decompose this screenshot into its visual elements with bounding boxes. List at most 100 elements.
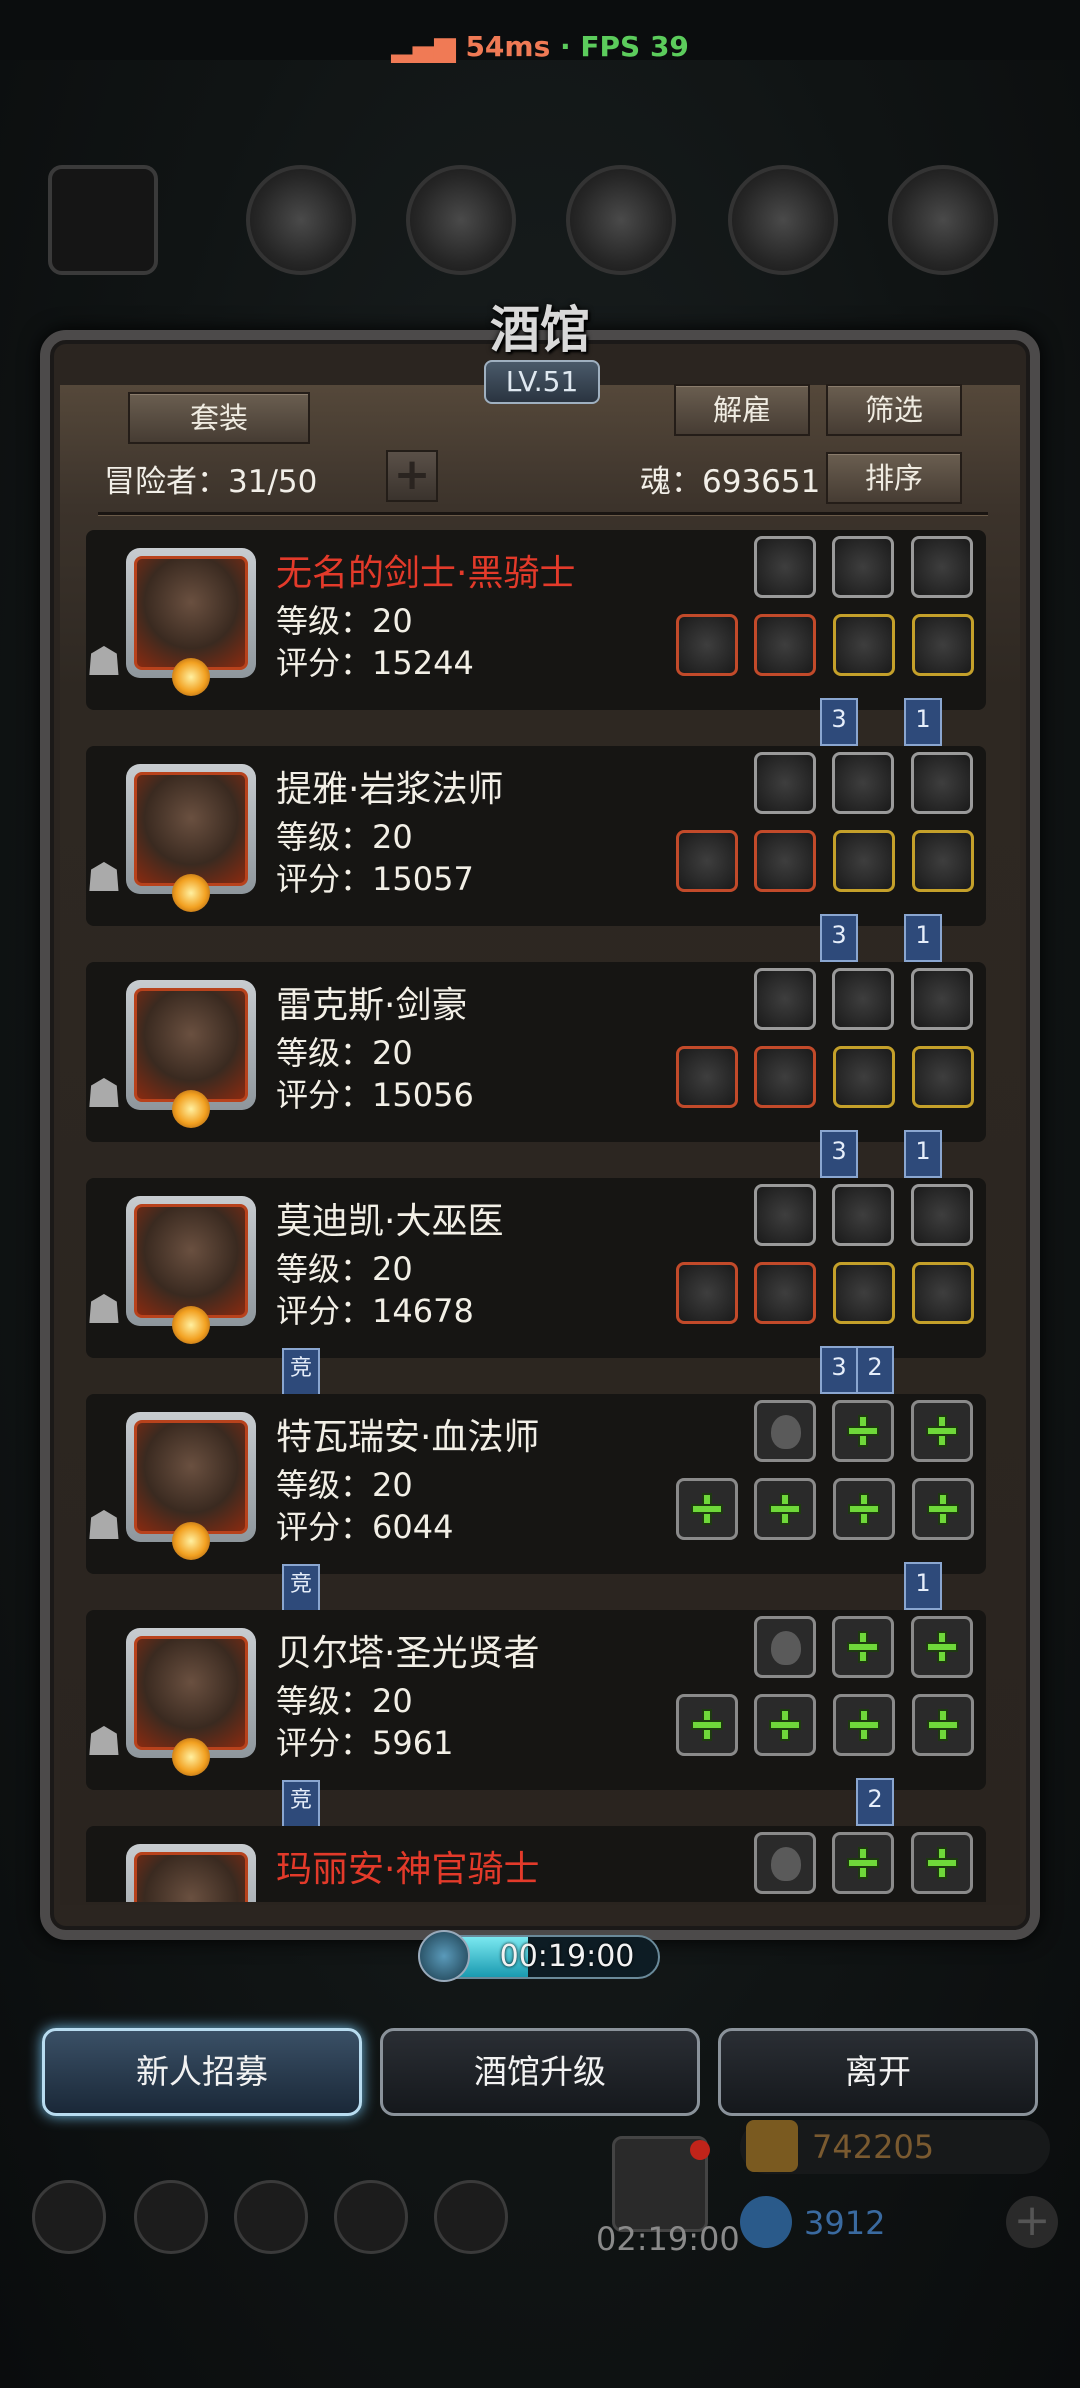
arena-tag: 竞	[282, 1780, 320, 1828]
hero-name: 无名的剑士·黑骑士	[276, 553, 576, 594]
bomb-icon[interactable]	[832, 968, 894, 1030]
gold-amount: 742205	[812, 2128, 935, 2166]
equip-set-flag: 2	[856, 1778, 894, 1826]
empty-equip-slot[interactable]	[832, 1400, 894, 1462]
outfit-button[interactable]: 套装	[128, 392, 310, 444]
blade-icon[interactable]	[676, 1046, 738, 1108]
add-plus-icon	[926, 1631, 958, 1663]
rune-icon[interactable]	[911, 752, 973, 814]
hero-avatar	[134, 1852, 248, 1902]
add-plus-icon	[926, 1415, 958, 1447]
empty-equip-slot[interactable]	[676, 1478, 738, 1540]
drum-icon[interactable]	[832, 536, 894, 598]
empty-equip-slot[interactable]	[911, 1400, 973, 1462]
hero-name: 莫迪凯·大巫医	[276, 1201, 504, 1242]
hero-card[interactable]: ☗ 雷克斯·剑豪 等级：20 评分：15056	[86, 962, 986, 1142]
armor-icon[interactable]	[754, 830, 816, 892]
empty-equip-slot[interactable]	[833, 1478, 895, 1540]
hero-list[interactable]: ☗ 无名的剑士·黑骑士 等级：20 评分：15244 3 1 ☗ 提雅·岩浆法师 等级：20 评分…	[80, 530, 1000, 1902]
ingot-category-icon[interactable]	[566, 165, 676, 275]
fire-icon[interactable]	[754, 968, 816, 1030]
meat-icon[interactable]	[911, 968, 973, 1030]
eye-icon[interactable]	[912, 830, 974, 892]
add-plus-icon	[847, 1415, 879, 1447]
filter-button[interactable]: 筛选	[826, 384, 962, 436]
empty-equip-slot[interactable]	[912, 1694, 974, 1756]
scroll-icon[interactable]	[754, 614, 816, 676]
mask-icon[interactable]	[912, 1262, 974, 1324]
add-plus-icon	[769, 1493, 801, 1525]
arena-tag: 竞	[282, 1564, 320, 1612]
empty-equip-slot[interactable]	[676, 1694, 738, 1756]
locked-skill-slot[interactable]	[754, 1616, 816, 1678]
empty-equip-slot[interactable]	[832, 1616, 894, 1678]
hero-figure-icon: ☗	[86, 1071, 122, 1117]
hero-level: 等级：20	[276, 602, 413, 640]
flower-icon[interactable]	[832, 1184, 894, 1246]
orb-icon[interactable]	[754, 752, 816, 814]
metal-category-icon[interactable]	[888, 165, 998, 275]
ping-value: 54ms	[465, 30, 551, 63]
gold-icon	[746, 2120, 798, 2172]
empty-equip-slot[interactable]	[832, 1832, 894, 1894]
wings-icon[interactable]	[833, 830, 895, 892]
box-icon[interactable]	[912, 1046, 974, 1108]
hero-card[interactable]: ☗ 无名的剑士·黑骑士 等级：20 评分：15244	[86, 530, 986, 710]
hero-avatar	[134, 1420, 248, 1534]
crystal-icon[interactable]	[754, 1184, 816, 1246]
add-plus-icon	[848, 1709, 880, 1741]
empty-equip-slot[interactable]	[754, 1478, 816, 1540]
shield-icon[interactable]	[833, 614, 895, 676]
equip-set-flag: 1	[904, 914, 942, 962]
mail-icon[interactable]	[334, 2180, 408, 2254]
staff-icon[interactable]	[676, 830, 738, 892]
armor-icon[interactable]	[754, 1046, 816, 1108]
crystal-icon[interactable]	[754, 536, 816, 598]
empty-equip-slot[interactable]	[911, 1832, 973, 1894]
sort-button[interactable]: 排序	[826, 452, 962, 504]
heart-gem-icon[interactable]	[912, 614, 974, 676]
horse-icon[interactable]	[833, 1262, 895, 1324]
hero-card[interactable]: ☗ 莫迪凯·大巫医 等级：20 评分：14678	[86, 1178, 986, 1358]
empty-equip-slot[interactable]	[833, 1694, 895, 1756]
rose-icon[interactable]	[833, 1046, 895, 1108]
equip-set-flag: 3	[820, 1346, 858, 1394]
ranking-icon[interactable]	[234, 2180, 308, 2254]
leave-button[interactable]: 离开	[718, 2028, 1038, 2116]
hero-category-icon[interactable]	[48, 165, 158, 275]
hero-score: 评分：15056	[276, 1076, 474, 1114]
hero-card[interactable]: ☗玛丽安·神官骑士	[86, 1826, 986, 1902]
gem-amount: 3912	[804, 2204, 886, 2242]
hero-avatar	[134, 772, 248, 886]
dismiss-button[interactable]: 解雇	[674, 384, 810, 436]
settings-icon[interactable]	[32, 2180, 106, 2254]
expand-capacity-button[interactable]: +	[386, 450, 438, 502]
hero-card[interactable]: ☗ 贝尔塔·圣光贤者 等级：20 评分：5961	[86, 1610, 986, 1790]
helmet-icon[interactable]	[754, 1262, 816, 1324]
hero-card[interactable]: ☗ 特瓦瑞安·血法师 等级：20 评分：6044	[86, 1394, 986, 1574]
hero-card[interactable]: ☗ 提雅·岩浆法师 等级：20 评分：15057	[86, 746, 986, 926]
shield-category-icon[interactable]	[246, 165, 356, 275]
achievement-icon[interactable]	[134, 2180, 208, 2254]
map-icon[interactable]	[434, 2180, 508, 2254]
hero-name: 玛丽安·神官骑士	[276, 1849, 540, 1890]
add-gems-button[interactable]: +	[1006, 2196, 1058, 2248]
hero-portrait[interactable]	[126, 1844, 256, 1902]
dagger-icon[interactable]	[676, 1262, 738, 1324]
tavern-upgrade-button[interactable]: 酒馆升级	[380, 2028, 700, 2116]
locked-skill-slot[interactable]	[754, 1400, 816, 1462]
empty-equip-slot[interactable]	[754, 1694, 816, 1756]
lantern-icon[interactable]	[911, 1184, 973, 1246]
crystal-category-icon[interactable]	[728, 165, 838, 275]
sword-icon[interactable]	[676, 614, 738, 676]
empty-equip-slot[interactable]	[912, 1478, 974, 1540]
recruit-button[interactable]: 新人招募	[42, 2028, 362, 2116]
hero-score: 评分：15057	[276, 860, 474, 898]
wood-category-icon[interactable]	[406, 165, 516, 275]
empty-equip-slot[interactable]	[911, 1616, 973, 1678]
fish-icon[interactable]	[911, 536, 973, 598]
star-rank-icon	[172, 1090, 210, 1128]
add-plus-icon	[691, 1493, 723, 1525]
locked-skill-slot[interactable]	[754, 1832, 816, 1894]
lantern-icon[interactable]	[832, 752, 894, 814]
